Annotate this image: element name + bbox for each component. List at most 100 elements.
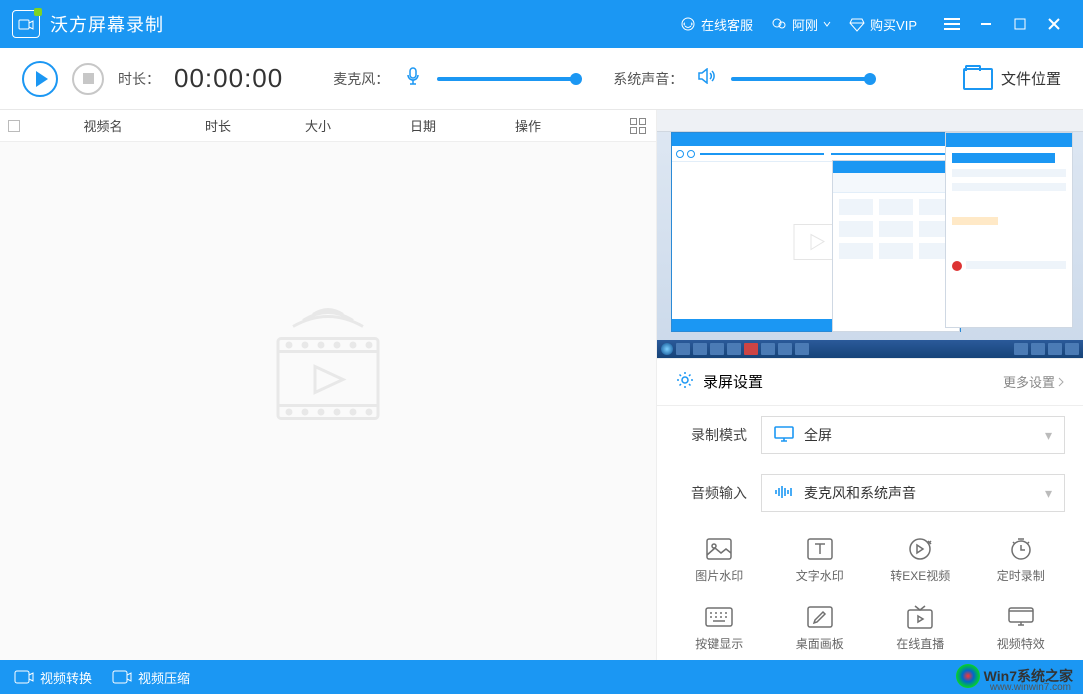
view-toggle-button[interactable] bbox=[630, 118, 648, 134]
user-account-button[interactable]: 阿刚 bbox=[771, 15, 831, 34]
text-icon bbox=[805, 536, 835, 562]
footer-label: 视频压缩 bbox=[138, 668, 190, 687]
user-name-label: 阿刚 bbox=[792, 15, 818, 34]
headset-icon bbox=[680, 16, 696, 32]
record-mode-label: 录制模式 bbox=[675, 425, 747, 445]
edit-icon bbox=[805, 604, 835, 630]
hamburger-icon bbox=[944, 18, 960, 30]
app-title: 沃方屏幕录制 bbox=[50, 11, 164, 37]
live-icon bbox=[905, 604, 935, 630]
feature-label: 定时录制 bbox=[997, 567, 1045, 584]
select-all-checkbox[interactable] bbox=[8, 120, 20, 132]
effect-icon bbox=[1006, 604, 1036, 630]
keyboard-icon bbox=[704, 604, 734, 630]
preview-area bbox=[657, 110, 1083, 359]
col-name: 视频名 bbox=[38, 116, 168, 135]
feature-label: 转EXE视频 bbox=[890, 567, 950, 584]
empty-list-icon bbox=[253, 297, 403, 452]
col-size: 大小 bbox=[268, 116, 368, 135]
close-button[interactable] bbox=[1037, 10, 1071, 38]
duration-label: 时长： bbox=[118, 69, 160, 89]
audio-input-dropdown[interactable]: 麦克风和系统声音 ▾ bbox=[761, 474, 1065, 512]
desktop-board-button[interactable]: 桌面画板 bbox=[770, 596, 871, 660]
toolbar: 时长： 00:00:00 麦克风： 系统声音： 文件位置 bbox=[0, 48, 1083, 110]
chevron-down-icon: ▾ bbox=[1045, 485, 1052, 502]
file-location-button[interactable]: 文件位置 bbox=[963, 68, 1061, 90]
feature-label: 文字水印 bbox=[796, 567, 844, 584]
audio-input-row: 音频输入 麦克风和系统声音 ▾ bbox=[657, 464, 1083, 522]
system-audio-label: 系统声音： bbox=[613, 69, 683, 89]
feature-label: 图片水印 bbox=[695, 567, 743, 584]
feature-label: 按键显示 bbox=[695, 635, 743, 652]
record-mode-row: 录制模式 全屏 ▾ bbox=[657, 406, 1083, 464]
record-button[interactable] bbox=[22, 61, 58, 97]
gear-icon bbox=[675, 370, 695, 394]
stop-icon bbox=[83, 73, 94, 84]
clock-icon bbox=[1006, 536, 1036, 562]
video-effect-button[interactable]: 视频特效 bbox=[971, 596, 1072, 660]
microphone-icon bbox=[403, 67, 423, 90]
record-mode-dropdown[interactable]: 全屏 ▾ bbox=[761, 416, 1065, 454]
compress-icon bbox=[112, 670, 132, 684]
stop-button[interactable] bbox=[72, 63, 104, 95]
feature-label: 在线直播 bbox=[896, 635, 944, 652]
convert-icon bbox=[905, 536, 935, 562]
maximize-button[interactable] bbox=[1003, 10, 1037, 38]
system-volume-slider[interactable] bbox=[731, 77, 871, 81]
video-list-pane: 视频名 时长 大小 日期 操作 bbox=[0, 110, 656, 660]
app-logo bbox=[12, 10, 40, 38]
close-icon bbox=[1047, 17, 1061, 31]
menu-button[interactable] bbox=[935, 10, 969, 38]
customer-service-button[interactable]: 在线客服 bbox=[680, 15, 753, 34]
titlebar: 沃方屏幕录制 在线客服 阿刚 购买VIP bbox=[0, 0, 1083, 48]
footer-label: 视频转换 bbox=[40, 668, 92, 687]
to-exe-button[interactable]: 转EXE视频 bbox=[870, 528, 971, 592]
diamond-icon bbox=[849, 16, 865, 32]
audio-input-label: 音频输入 bbox=[675, 483, 747, 503]
settings-title: 录屏设置 bbox=[703, 371, 763, 392]
image-watermark-button[interactable]: 图片水印 bbox=[669, 528, 770, 592]
minimize-button[interactable] bbox=[969, 10, 1003, 38]
feature-label: 桌面画板 bbox=[796, 635, 844, 652]
chevron-down-icon: ▾ bbox=[1045, 427, 1052, 444]
timed-record-button[interactable]: 定时录制 bbox=[971, 528, 1072, 592]
audio-input-value: 麦克风和系统声音 bbox=[804, 483, 916, 503]
buy-vip-button[interactable]: 购买VIP bbox=[849, 15, 917, 34]
file-location-label: 文件位置 bbox=[1001, 68, 1061, 89]
mic-label: 麦克风： bbox=[333, 69, 389, 89]
col-date: 日期 bbox=[368, 116, 478, 135]
image-icon bbox=[704, 536, 734, 562]
col-duration: 时长 bbox=[168, 116, 268, 135]
col-action: 操作 bbox=[478, 116, 578, 135]
soundwave-icon bbox=[774, 484, 794, 503]
chevron-right-icon bbox=[1057, 377, 1065, 387]
key-display-button[interactable]: 按键显示 bbox=[669, 596, 770, 660]
feature-grid: 图片水印 文字水印 转EXE视频 定时录制 按键显示 桌面画板 bbox=[657, 522, 1083, 660]
maximize-icon bbox=[1013, 17, 1027, 31]
speaker-icon bbox=[697, 68, 717, 89]
convert-icon bbox=[14, 670, 34, 684]
text-watermark-button[interactable]: 文字水印 bbox=[770, 528, 871, 592]
buy-vip-label: 购买VIP bbox=[870, 15, 917, 34]
minimize-icon bbox=[979, 17, 993, 31]
duration-value: 00:00:00 bbox=[174, 63, 283, 94]
live-stream-button[interactable]: 在线直播 bbox=[870, 596, 971, 660]
settings-pane: 录屏设置 更多设置 录制模式 全屏 ▾ 音频输入 麦克风和系统声音 ▾ bbox=[656, 110, 1083, 660]
mic-volume-slider[interactable] bbox=[437, 77, 577, 81]
video-convert-button[interactable]: 视频转换 bbox=[14, 668, 92, 687]
feature-label: 视频特效 bbox=[997, 635, 1045, 652]
folder-icon bbox=[963, 68, 993, 90]
monitor-icon bbox=[774, 426, 794, 445]
content-area: 视频名 时长 大小 日期 操作 bbox=[0, 110, 1083, 660]
play-icon bbox=[36, 71, 48, 87]
chevron-down-icon bbox=[823, 20, 831, 28]
settings-header: 录屏设置 更多设置 bbox=[657, 359, 1083, 406]
footer: 视频转换 视频压缩 bbox=[0, 660, 1083, 694]
customer-service-label: 在线客服 bbox=[701, 15, 753, 34]
video-compress-button[interactable]: 视频压缩 bbox=[112, 668, 190, 687]
wechat-icon bbox=[771, 16, 787, 32]
list-header: 视频名 时长 大小 日期 操作 bbox=[0, 110, 656, 142]
record-mode-value: 全屏 bbox=[804, 425, 832, 445]
more-settings-button[interactable]: 更多设置 bbox=[1003, 372, 1065, 391]
more-settings-label: 更多设置 bbox=[1003, 372, 1055, 391]
